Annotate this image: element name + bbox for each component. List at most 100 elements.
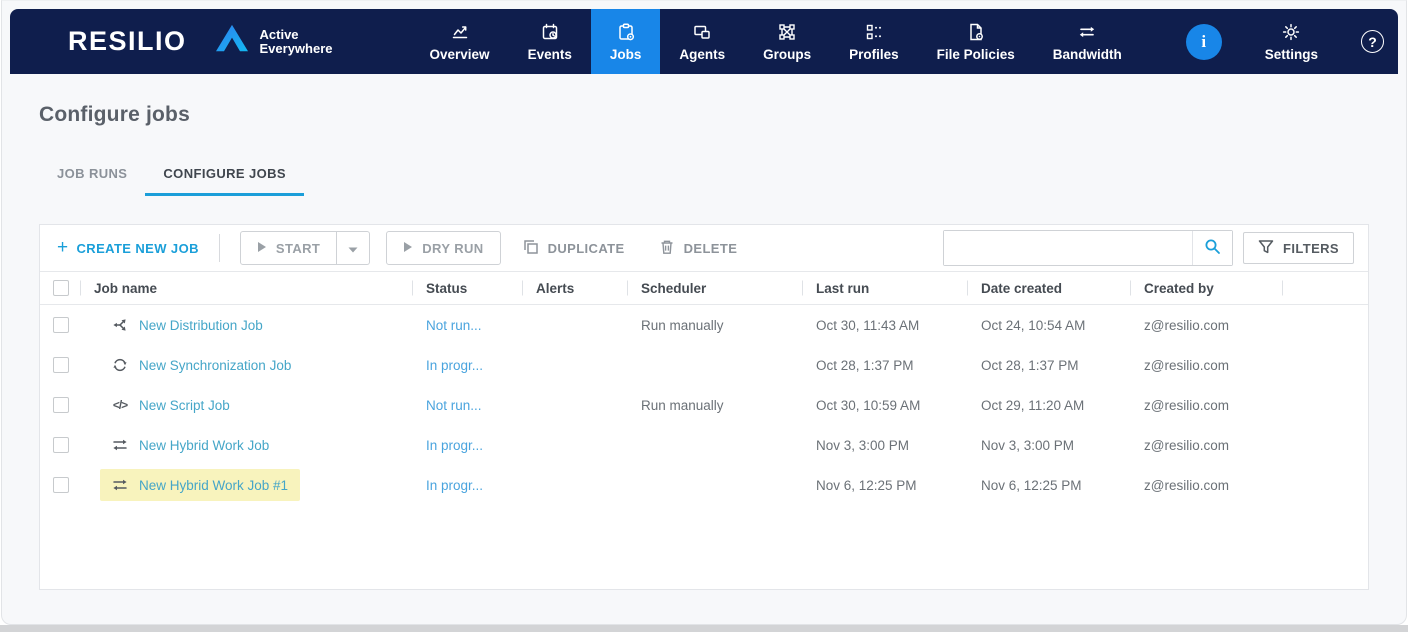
nav-label: Overview [430, 47, 490, 62]
start-dropdown-button[interactable] [337, 231, 370, 265]
job-name-link[interactable]: New Hybrid Work Job #1 [139, 478, 288, 493]
table-row: </> New Script Job Not run... Run manual… [40, 385, 1368, 425]
chart-icon [450, 22, 470, 42]
date-created-cell: Oct 24, 10:54 AM [967, 318, 1130, 333]
col-date-created: Date created [967, 272, 1130, 304]
distribution-icon [112, 317, 128, 333]
clipboard-gear-icon [616, 22, 636, 42]
nav-label: Profiles [849, 47, 899, 62]
select-all-checkbox[interactable] [53, 280, 69, 296]
nav-item-overview[interactable]: Overview [411, 9, 509, 74]
hybrid-icon [112, 477, 128, 493]
nav-item-jobs[interactable]: Jobs [591, 9, 661, 74]
row-checkbox[interactable] [53, 477, 69, 493]
search-box [943, 230, 1233, 266]
last-run-cell: Oct 28, 1:37 PM [802, 358, 967, 373]
col-created-by: Created by [1130, 272, 1282, 304]
search-icon [1204, 238, 1221, 258]
dry-run-button[interactable]: DRY RUN [386, 231, 500, 265]
table-row: New Hybrid Work Job In progr... Nov 3, 3… [40, 425, 1368, 465]
screens-icon [692, 22, 712, 42]
start-button[interactable]: START [240, 231, 337, 265]
row-checkbox[interactable] [53, 357, 69, 373]
row-checkbox[interactable] [53, 317, 69, 333]
top-navbar: RESILIO Active Everywhere [10, 9, 1398, 74]
created-by-cell: z@resilio.com [1130, 398, 1282, 413]
help-button[interactable]: ? [1361, 30, 1384, 53]
chevron-down-icon [348, 241, 358, 256]
jobs-panel: + CREATE NEW JOB START [39, 224, 1369, 590]
nav-label: Events [528, 47, 572, 62]
info-button[interactable]: i [1186, 24, 1222, 60]
table-header: Job name Status Alerts Scheduler Last ru… [40, 272, 1368, 305]
nav-item-file-policies[interactable]: File Policies [918, 9, 1034, 74]
select-all-cell [40, 280, 80, 296]
highlighted-job-name[interactable]: New Hybrid Work Job #1 [100, 469, 300, 501]
duplicate-button[interactable]: DUPLICATE [511, 239, 637, 258]
table-row: New Distribution Job Not run... Run manu… [40, 305, 1368, 345]
main-nav: Overview Events Jobs [411, 9, 1141, 74]
date-created-cell: Nov 3, 3:00 PM [967, 438, 1130, 453]
status-link[interactable]: Not run... [412, 318, 522, 333]
status-link[interactable]: In progr... [412, 358, 522, 373]
hybrid-icon [112, 437, 128, 453]
job-name-link[interactable]: New Synchronization Job [139, 358, 291, 373]
col-alerts: Alerts [522, 272, 627, 304]
status-link[interactable]: In progr... [412, 478, 522, 493]
jobs-toolbar: + CREATE NEW JOB START [40, 225, 1368, 272]
nav-item-bandwidth[interactable]: Bandwidth [1034, 9, 1141, 74]
nav-label: File Policies [937, 47, 1015, 62]
filters-button[interactable]: FILTERS [1243, 232, 1354, 264]
row-checkbox[interactable] [53, 397, 69, 413]
info-icon: i [1201, 32, 1206, 52]
created-by-cell: z@resilio.com [1130, 318, 1282, 333]
job-name-link[interactable]: New Script Job [139, 398, 230, 413]
help-icon: ? [1368, 34, 1377, 50]
play-icon [257, 241, 267, 256]
copy-icon [523, 239, 539, 258]
job-name-link[interactable]: New Hybrid Work Job [139, 438, 269, 453]
funnel-icon [1258, 239, 1274, 258]
created-by-cell: z@resilio.com [1130, 478, 1282, 493]
search-button[interactable] [1192, 231, 1232, 265]
search-input[interactable] [944, 231, 1192, 265]
job-name-link[interactable]: New Distribution Job [139, 318, 263, 333]
nav-item-events[interactable]: Events [509, 9, 591, 74]
row-checkbox[interactable] [53, 437, 69, 453]
created-by-cell: z@resilio.com [1130, 358, 1282, 373]
content-area: Configure jobs JOB RUNS CONFIGURE JOBS +… [2, 74, 1406, 624]
col-actions [1282, 272, 1368, 304]
date-created-cell: Oct 28, 1:37 PM [967, 358, 1130, 373]
play-icon [403, 241, 413, 256]
col-scheduler: Scheduler [627, 272, 802, 304]
last-run-cell: Nov 6, 12:25 PM [802, 478, 967, 493]
delete-button[interactable]: DELETE [647, 239, 750, 258]
last-run-cell: Oct 30, 11:43 AM [802, 318, 967, 333]
tab-job-runs[interactable]: JOB RUNS [39, 158, 145, 196]
nav-label: Settings [1265, 47, 1318, 62]
nav-label: Groups [763, 47, 811, 62]
sync-icon [112, 357, 128, 373]
nav-item-settings[interactable]: Settings [1246, 9, 1337, 74]
script-icon: </> [112, 398, 128, 412]
date-created-cell: Oct 29, 11:20 AM [967, 398, 1130, 413]
create-new-job-button[interactable]: + CREATE NEW JOB [57, 241, 199, 256]
resilio-logo: RESILIO [68, 26, 187, 57]
grid-dots-icon [864, 22, 884, 42]
nav-item-agents[interactable]: Agents [660, 9, 744, 74]
gear-icon [1281, 22, 1301, 42]
file-gear-icon [966, 22, 986, 42]
status-link[interactable]: In progr... [412, 438, 522, 453]
created-by-cell: z@resilio.com [1130, 438, 1282, 453]
last-run-cell: Nov 3, 3:00 PM [802, 438, 967, 453]
nav-item-profiles[interactable]: Profiles [830, 9, 918, 74]
date-created-cell: Nov 6, 12:25 PM [967, 478, 1130, 493]
col-job-name: Job name [80, 272, 412, 304]
last-run-cell: Oct 30, 10:59 AM [802, 398, 967, 413]
status-link[interactable]: Not run... [412, 398, 522, 413]
tab-configure-jobs[interactable]: CONFIGURE JOBS [145, 158, 304, 196]
col-last-run: Last run [802, 272, 967, 304]
nav-item-groups[interactable]: Groups [744, 9, 830, 74]
product-line2: Everywhere [260, 42, 333, 56]
page-title: Configure jobs [39, 103, 1369, 127]
